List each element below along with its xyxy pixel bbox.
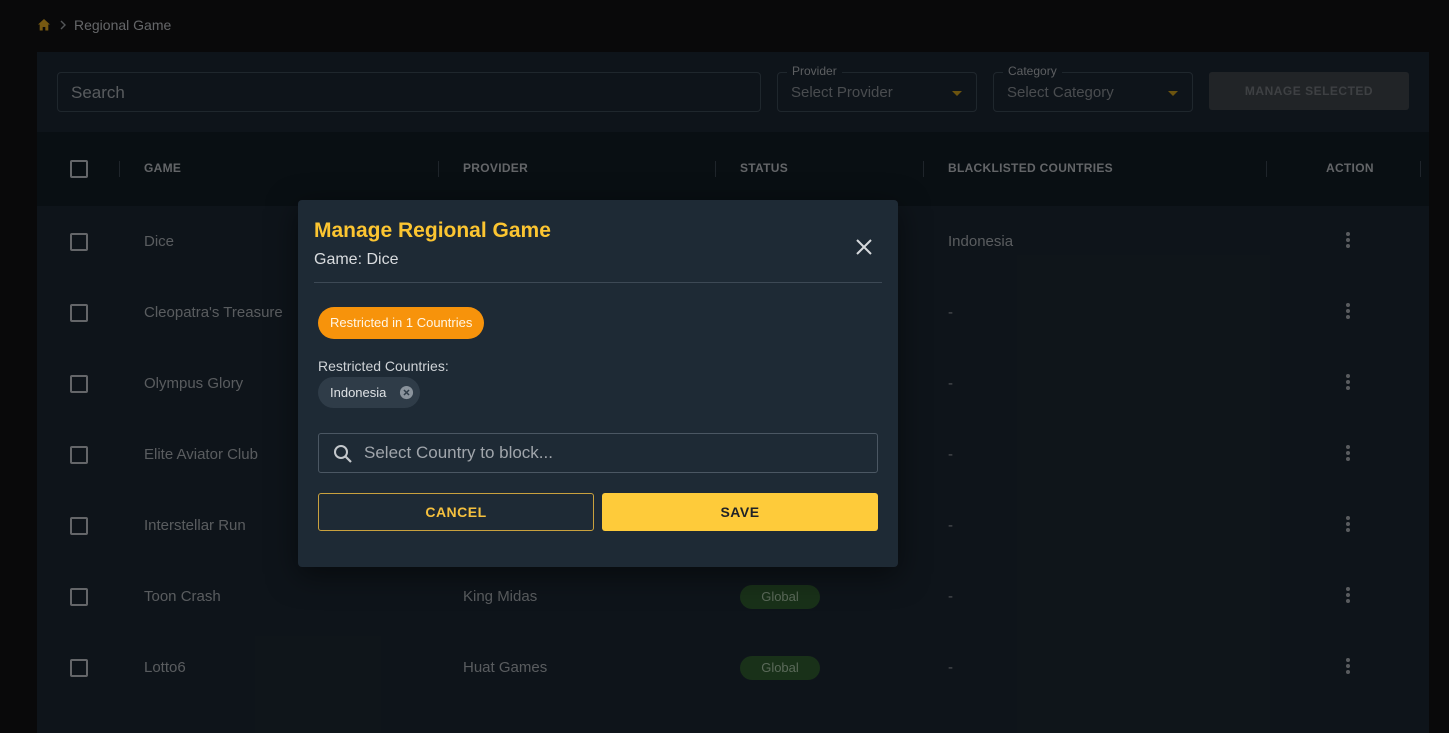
manage-regional-game-dialog: Manage Regional Game Game: Dice Restrict… bbox=[298, 200, 898, 567]
restricted-countries-label: Restricted Countries: bbox=[318, 358, 449, 374]
close-button[interactable] bbox=[852, 235, 876, 259]
chip-remove-icon[interactable] bbox=[399, 385, 414, 400]
modal-title: Manage Regional Game bbox=[314, 219, 551, 242]
search-icon bbox=[334, 445, 352, 463]
country-search-input[interactable]: Select Country to block... bbox=[318, 433, 878, 473]
modal-divider bbox=[314, 282, 882, 283]
page: Regional Game Search Provider Select Pro… bbox=[0, 0, 1449, 733]
close-icon bbox=[856, 239, 872, 255]
modal-subtitle: Game: Dice bbox=[314, 251, 399, 268]
cancel-button[interactable]: CANCEL bbox=[318, 493, 594, 531]
country-chip: Indonesia bbox=[318, 377, 420, 408]
country-chip-label: Indonesia bbox=[330, 385, 387, 400]
save-button[interactable]: SAVE bbox=[602, 493, 878, 531]
country-search-placeholder: Select Country to block... bbox=[364, 443, 553, 462]
restricted-count-badge: Restricted in 1 Countries bbox=[318, 307, 485, 339]
